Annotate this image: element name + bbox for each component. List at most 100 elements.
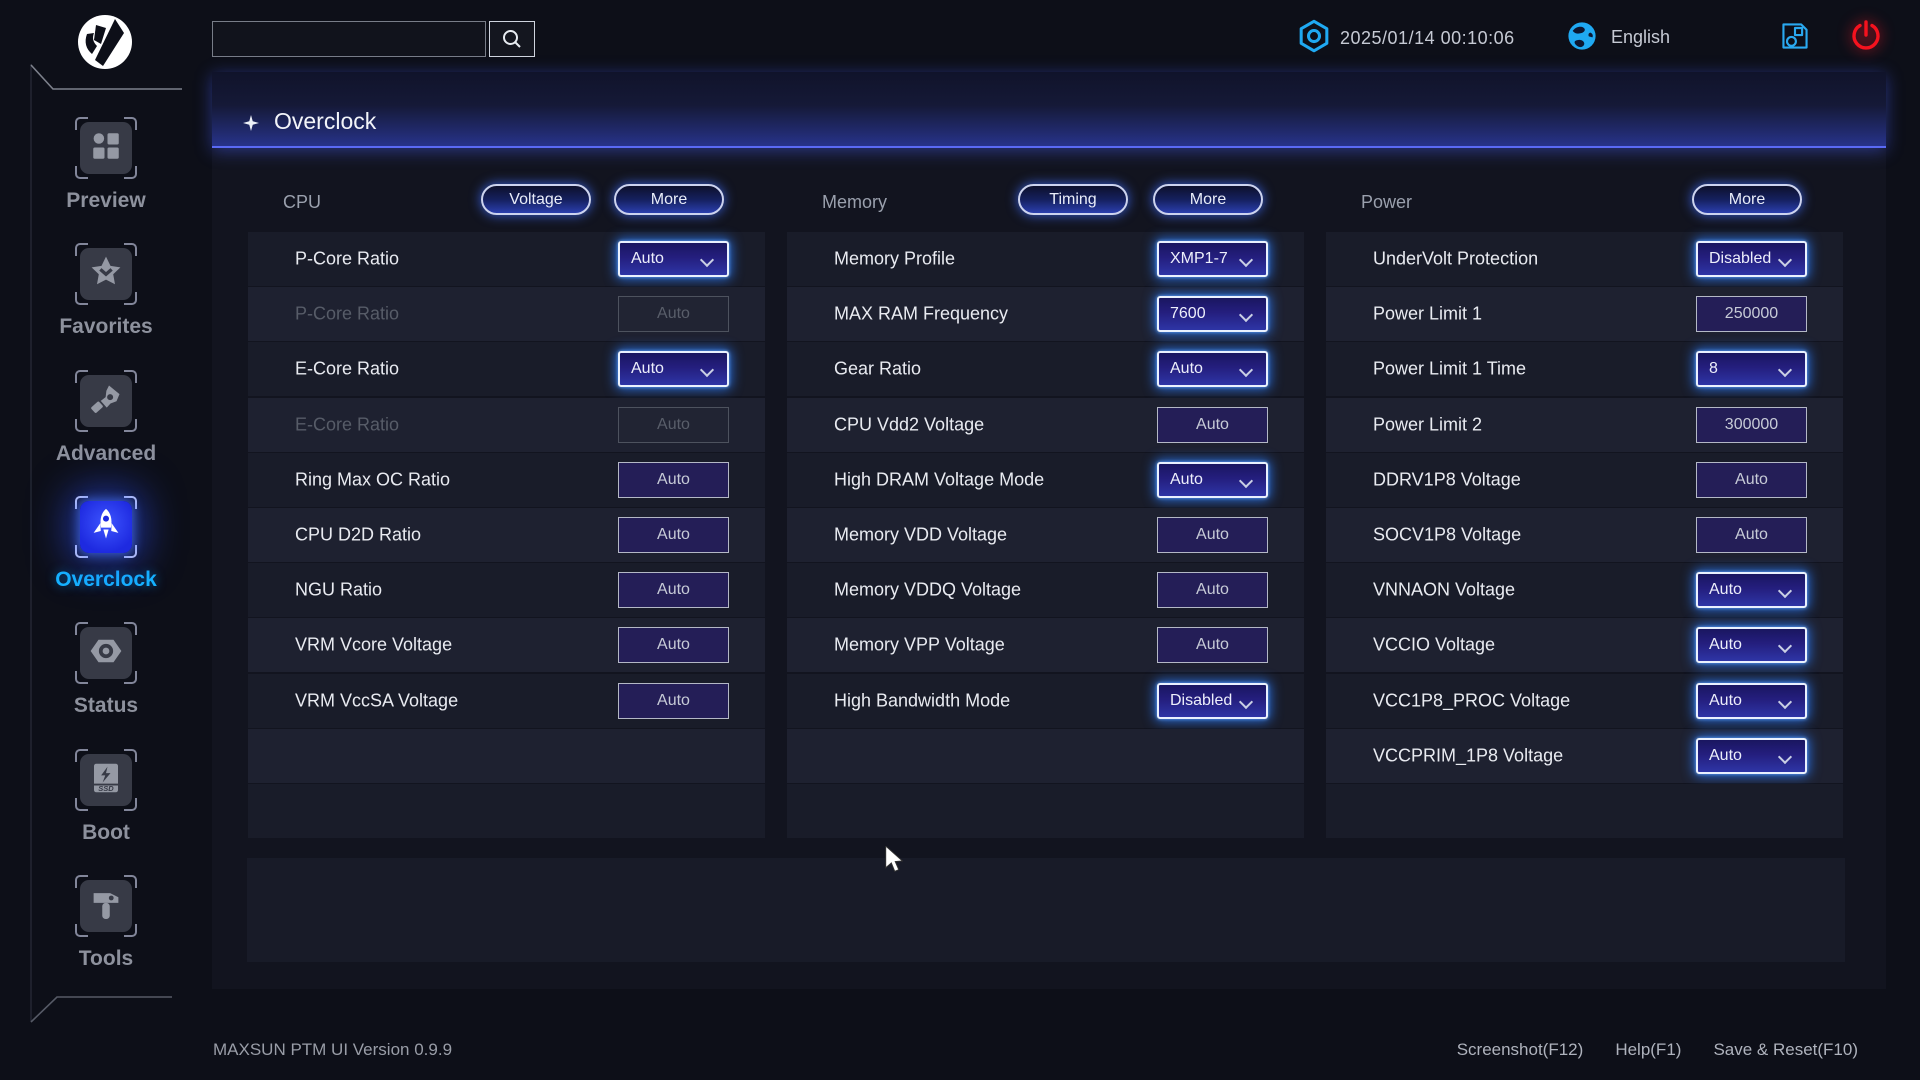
e-core-ratio-input: Auto (618, 407, 729, 443)
p-core-ratio-dropdown[interactable]: Auto (618, 241, 729, 277)
memory-vddq-voltage-input[interactable]: Auto (1157, 572, 1268, 608)
setting-row-vcc1p8-proc-voltage: VCC1P8_PROC Voltage Auto (1326, 674, 1843, 728)
search-button[interactable] (489, 21, 535, 57)
setting-label: CPU Vdd2 Voltage (834, 415, 984, 436)
footer-link-help-f1[interactable]: Help(F1) (1615, 1040, 1681, 1060)
sparkle-icon (243, 115, 259, 131)
memory-more-button[interactable]: More (1153, 184, 1263, 215)
sidebar-item-label: Favorites (30, 315, 182, 339)
setting-row-memory-vpp-voltage: Memory VPP VoltageAuto (787, 618, 1304, 672)
chevron-down-icon (1778, 695, 1792, 709)
footer-link-screenshot-f12[interactable]: Screenshot(F12) (1457, 1040, 1584, 1060)
vnnaon-voltage-dropdown[interactable]: Auto (1696, 572, 1807, 608)
chevron-down-icon (1778, 584, 1792, 598)
setting-label: NGU Ratio (295, 580, 382, 601)
sidebar-item-overclock[interactable]: Overclock (30, 495, 182, 592)
power-icon[interactable] (1848, 18, 1884, 54)
setting-row-ring-max-oc-ratio: Ring Max OC Ratio Auto (248, 453, 765, 507)
vrm-vccsa-voltage-input[interactable]: Auto (618, 683, 729, 719)
sidebar-item-advanced[interactable]: Advanced (30, 369, 182, 466)
chevron-down-icon (700, 253, 714, 267)
sidebar-item-favorites[interactable]: Favorites (30, 242, 182, 339)
cpu-more-button[interactable]: More (614, 184, 724, 215)
globe-icon[interactable] (1565, 19, 1599, 53)
chevron-down-icon (1239, 253, 1253, 267)
max-ram-frequency-dropdown[interactable]: 7600 (1157, 296, 1268, 332)
setting-row-max-ram-frequency: MAX RAM Frequency 7600 (787, 287, 1304, 341)
setting-row-ddrv1p8-voltage: DDRV1P8 VoltageAuto (1326, 453, 1843, 507)
ring-max-oc-ratio-input[interactable]: Auto (618, 462, 729, 498)
cpu-d2d-ratio-input[interactable]: Auto (618, 517, 729, 553)
cpu-voltage-button[interactable]: Voltage (481, 184, 591, 215)
setting-label: VCC1P8_PROC Voltage (1373, 691, 1570, 712)
power-more-button[interactable]: More (1692, 184, 1802, 215)
sidebar-item-status[interactable]: Status (30, 621, 182, 718)
cpu-vdd2-voltage-input[interactable]: Auto (1157, 407, 1268, 443)
setting-label: E-Core Ratio (295, 415, 399, 436)
high-dram-voltage-mode-dropdown[interactable]: Auto (1157, 462, 1268, 498)
setting-row-p-core-ratio: P-Core RatioAuto (248, 287, 765, 341)
empty-row (1326, 784, 1843, 838)
power-limit-1-time-dropdown[interactable]: 8 (1696, 351, 1807, 387)
settings-hex-icon[interactable] (1295, 18, 1333, 56)
undervolt-protection-dropdown[interactable]: Disabled (1696, 241, 1807, 277)
vrm-vcore-voltage-input[interactable]: Auto (618, 627, 729, 663)
setting-label: Gear Ratio (834, 359, 921, 380)
sidebar-item-preview[interactable]: Preview (30, 116, 182, 213)
chevron-down-icon (1239, 308, 1253, 322)
language-selector[interactable]: English (1611, 27, 1670, 48)
setting-label: Power Limit 1 (1373, 304, 1482, 325)
setting-row-vccprim-1p8-voltage: VCCPRIM_1P8 VoltageAuto (1326, 729, 1843, 783)
search-icon (501, 28, 523, 50)
setting-label: UnderVolt Protection (1373, 249, 1538, 270)
setting-label: VNNAON Voltage (1373, 580, 1515, 601)
star-icon (88, 254, 124, 295)
gear-ratio-dropdown[interactable]: Auto (1157, 351, 1268, 387)
save-icon[interactable] (1779, 20, 1811, 52)
chevron-down-icon (1239, 695, 1253, 709)
setting-row-power-limit-2: Power Limit 2 300000 (1326, 398, 1843, 452)
eye-icon (88, 633, 124, 674)
high-bandwidth-mode-dropdown[interactable]: Disabled (1157, 683, 1268, 719)
sidebar-item-tools[interactable]: Tools (30, 874, 182, 971)
setting-label: Power Limit 2 (1373, 415, 1482, 436)
setting-label: Power Limit 1 Time (1373, 359, 1526, 380)
empty-row (248, 784, 765, 838)
setting-label: CPU D2D Ratio (295, 525, 421, 546)
p-core-ratio-input: Auto (618, 296, 729, 332)
grid-icon (88, 128, 124, 169)
memory-timing-button[interactable]: Timing (1018, 184, 1128, 215)
setting-row-p-core-ratio: P-Core RatioAuto (248, 232, 765, 286)
vccio-voltage-dropdown[interactable]: Auto (1696, 627, 1807, 663)
ddrv1p8-voltage-input[interactable]: Auto (1696, 462, 1807, 498)
setting-label: Memory VDD Voltage (834, 525, 1007, 546)
sidebar-item-label: Preview (30, 189, 182, 213)
setting-label: VRM Vcore Voltage (295, 635, 452, 656)
power-limit-1-input[interactable]: 250000 (1696, 296, 1807, 332)
setting-label: MAX RAM Frequency (834, 304, 1008, 325)
vcc1p8-proc-voltage-dropdown[interactable]: Auto (1696, 683, 1807, 719)
memory-vpp-voltage-input[interactable]: Auto (1157, 627, 1268, 663)
e-core-ratio-dropdown[interactable]: Auto (618, 351, 729, 387)
setting-row-high-bandwidth-mode: High Bandwidth ModeDisabled (787, 674, 1304, 728)
footer-link-save-reset-f10[interactable]: Save & Reset(F10) (1713, 1040, 1858, 1060)
ngu-ratio-input[interactable]: Auto (618, 572, 729, 608)
setting-row-cpu-vdd2-voltage: CPU Vdd2 Voltage Auto (787, 398, 1304, 452)
setting-row-memory-vdd-voltage: Memory VDD Voltage Auto (787, 508, 1304, 562)
hammer-icon (88, 886, 124, 927)
page-title: Overclock (274, 108, 376, 135)
setting-label: Ring Max OC Ratio (295, 470, 450, 491)
chevron-down-icon (1239, 474, 1253, 488)
column-cpu: CPUVoltageMoreP-Core RatioAutoP-Core Rat… (248, 183, 765, 839)
search-input[interactable] (212, 21, 486, 57)
sidebar-item-boot[interactable]: SSDBoot (30, 748, 182, 845)
setting-label: Memory Profile (834, 249, 955, 270)
memory-vdd-voltage-input[interactable]: Auto (1157, 517, 1268, 553)
power-limit-2-input[interactable]: 300000 (1696, 407, 1807, 443)
chevron-down-icon (1778, 253, 1792, 267)
socv1p8-voltage-input[interactable]: Auto (1696, 517, 1807, 553)
vccprim-1p8-voltage-dropdown[interactable]: Auto (1696, 738, 1807, 774)
memory-profile-dropdown[interactable]: XMP1-7 (1157, 241, 1268, 277)
setting-row-vnnaon-voltage: VNNAON Voltage Auto (1326, 563, 1843, 617)
setting-row-undervolt-protection: UnderVolt Protection Disabled (1326, 232, 1843, 286)
